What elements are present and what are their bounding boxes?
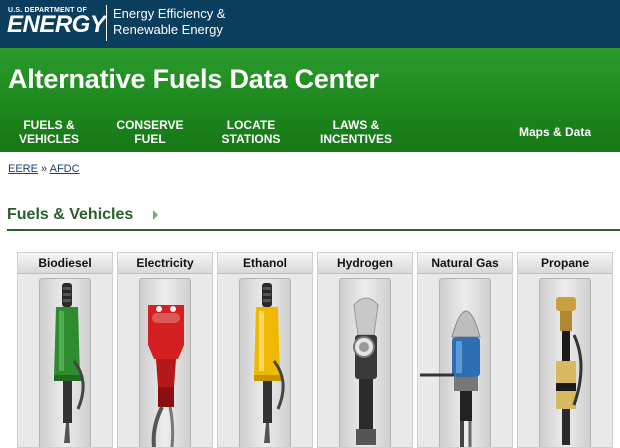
nav-label-line1: FUELS & <box>23 118 75 132</box>
breadcrumb-eere[interactable]: EERE <box>8 163 38 175</box>
fuel-label: Propane <box>518 253 612 274</box>
nav-label-line1: CONSERVE <box>116 118 184 132</box>
site-title[interactable]: Alternative Fuels Data Center <box>8 64 379 95</box>
breadcrumb: EERE » AFDC <box>8 163 80 175</box>
nav-conserve-fuel[interactable]: CONSERVE FUEL <box>112 118 188 146</box>
nav-label-line2: FUEL <box>134 132 166 146</box>
section-title[interactable]: Fuels & Vehicles <box>7 206 133 224</box>
fuel-label: Ethanol <box>218 253 312 274</box>
nav-label-line1: LOCATE <box>226 118 276 132</box>
green-fuel-nozzle-icon <box>54 283 85 443</box>
nav-label-line2: STATIONS <box>221 132 281 146</box>
doe-eere-header: U.S. DEPARTMENT OF ENERGY Energy Efficie… <box>0 0 620 48</box>
nav-laws-incentives[interactable]: LAWS & INCENTIVES <box>316 118 396 146</box>
fuel-card-ethanol[interactable]: Ethanol <box>217 252 313 448</box>
nav-maps-data[interactable]: Maps & Data <box>519 125 591 139</box>
breadcrumb-afdc[interactable]: AFDC <box>50 163 80 175</box>
eere-logo-line-1[interactable]: Energy Efficiency & <box>113 6 225 22</box>
doe-energy-logo[interactable]: ENERGY <box>7 13 106 37</box>
page: U.S. DEPARTMENT OF ENERGY Energy Efficie… <box>0 0 620 448</box>
fuel-label: Biodiesel <box>18 253 112 274</box>
fuel-card-propane[interactable]: Propane <box>517 252 613 448</box>
propane-nozzle-icon <box>556 297 583 445</box>
breadcrumb-separator: » <box>41 163 48 175</box>
nav-label-line2: VEHICLES <box>18 132 79 146</box>
afdc-header: Alternative Fuels Data Center FUELS & VE… <box>0 48 620 152</box>
nav-label-line2: INCENTIVES <box>319 132 392 146</box>
eere-logo-line-2[interactable]: Renewable Energy <box>113 22 223 38</box>
natural-gas-nozzle-icon <box>420 310 481 447</box>
nav-label-line1: LAWS & <box>332 118 380 132</box>
nav-locate-stations[interactable]: LOCATE STATIONS <box>214 118 288 146</box>
fuel-label: Hydrogen <box>318 253 412 274</box>
fuel-card-hydrogen[interactable]: Hydrogen <box>317 252 413 448</box>
fuel-label: Natural Gas <box>418 253 512 274</box>
section-divider <box>7 229 620 231</box>
nav-fuels-vehicles[interactable]: FUELS & VEHICLES <box>16 118 82 146</box>
chevron-right-icon <box>153 210 158 220</box>
header-divider <box>106 5 107 41</box>
fuel-card-natural-gas[interactable]: Natural Gas <box>417 252 513 448</box>
fuel-card-electricity[interactable]: Electricity <box>117 252 213 448</box>
red-charging-plug-icon <box>148 305 184 447</box>
fuel-card-biodiesel[interactable]: Biodiesel <box>17 252 113 448</box>
yellow-fuel-nozzle-icon <box>254 283 285 443</box>
fuel-label: Electricity <box>118 253 212 274</box>
hydrogen-nozzle-icon <box>353 297 379 445</box>
